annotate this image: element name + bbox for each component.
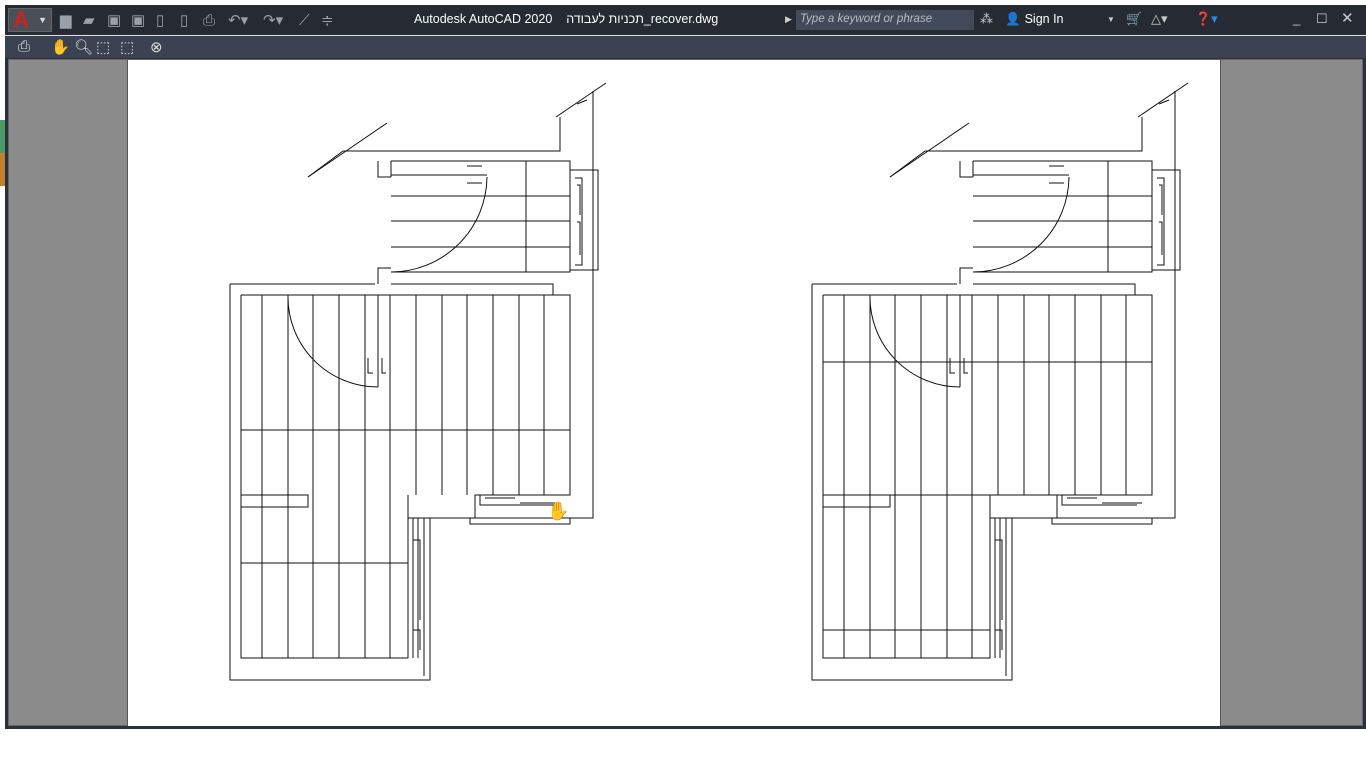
pan-cursor-icon: ✋ — [547, 500, 569, 521]
floor-plan-left — [229, 82, 607, 681]
floor-plan-drawing: ✋ — [229, 82, 1189, 681]
floor-plan-right — [811, 82, 1189, 681]
svg-text:✋: ✋ — [547, 500, 569, 521]
